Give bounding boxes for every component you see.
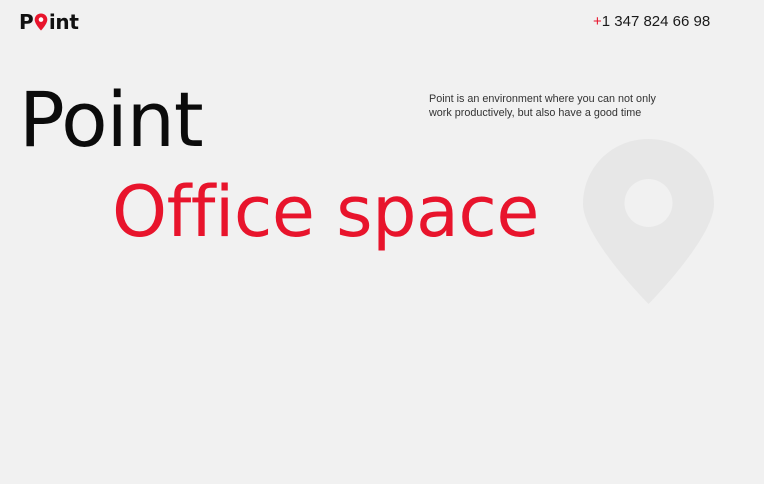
phone-link[interactable]: +1 347 824 66 98	[593, 13, 710, 30]
phone-plus: +	[593, 13, 602, 30]
map-pin-icon	[582, 138, 715, 305]
hero-title: Point	[19, 75, 204, 164]
logo-text-end: int	[48, 10, 79, 34]
phone-number: 1 347 824 66 98	[601, 13, 711, 30]
hero-subtitle: Office space	[112, 171, 540, 253]
logo-link[interactable]: P int	[19, 9, 79, 35]
hero-description: Point is an environment where you can no…	[429, 93, 656, 119]
map-pin-icon	[34, 12, 48, 31]
logo-text-start: P	[19, 10, 34, 34]
